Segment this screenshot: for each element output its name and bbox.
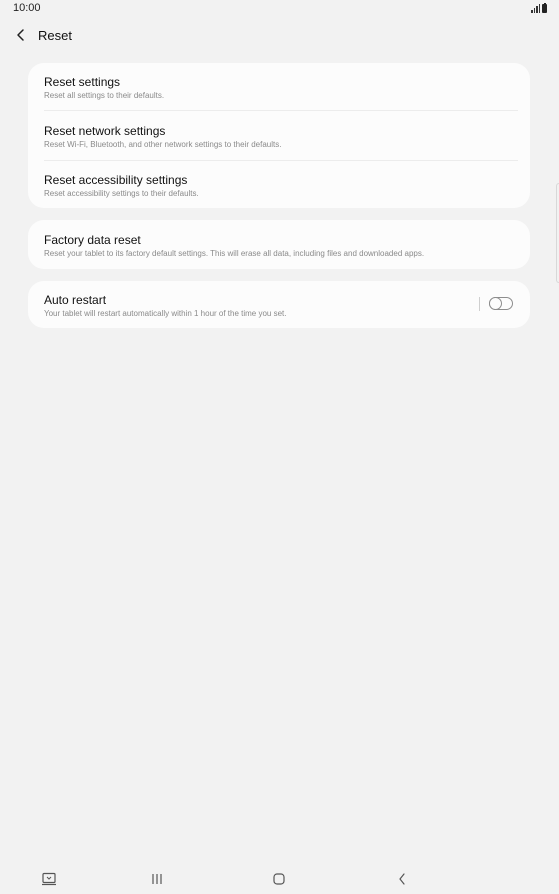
reset-settings-item[interactable]: Reset settings Reset all settings to the… [44, 75, 514, 101]
status-time: 10:00 [13, 2, 41, 14]
item-subtitle: Reset your tablet to its factory default… [44, 249, 425, 258]
item-subtitle: Reset accessibility settings to their de… [44, 189, 199, 198]
status-bar: 10:00 [0, 0, 559, 16]
item-title: Factory data reset [44, 233, 141, 247]
chevron-left-icon [17, 29, 24, 41]
status-icons [531, 2, 547, 13]
header: Reset [0, 20, 559, 52]
item-subtitle: Your tablet will restart automatically w… [44, 309, 287, 318]
battery-icon [542, 2, 547, 13]
factory-reset-card: Factory data reset Reset your tablet to … [28, 220, 530, 269]
toggle-knob [489, 297, 502, 310]
divider [44, 160, 518, 161]
item-subtitle: Reset Wi-Fi, Bluetooth, and other networ… [44, 140, 282, 149]
back-button[interactable] [10, 24, 32, 46]
factory-data-reset-item[interactable]: Factory data reset Reset your tablet to … [44, 233, 514, 259]
auto-restart-toggle[interactable] [489, 297, 513, 310]
item-title: Reset accessibility settings [44, 173, 188, 187]
reset-network-settings-item[interactable]: Reset network settings Reset Wi-Fi, Blue… [44, 124, 514, 150]
settings-card-reset: Reset settings Reset all settings to the… [28, 63, 530, 208]
divider [44, 110, 518, 111]
navigation-bar [0, 864, 559, 894]
item-title: Reset network settings [44, 124, 166, 138]
nav-back-button[interactable] [390, 867, 414, 891]
recent-apps-icon [152, 874, 162, 884]
keyboard-switch-icon [42, 872, 56, 886]
signal-icon [531, 4, 540, 13]
back-icon [399, 873, 405, 885]
recent-apps-button[interactable] [145, 867, 169, 891]
item-title: Auto restart [44, 293, 107, 307]
auto-restart-item[interactable]: Auto restart Your tablet will restart au… [44, 293, 460, 319]
reset-accessibility-settings-item[interactable]: Reset accessibility settings Reset acces… [44, 173, 514, 199]
toggle-separator [479, 297, 480, 311]
keyboard-switch-button[interactable] [37, 867, 61, 891]
page-title: Reset [38, 28, 72, 43]
item-subtitle: Reset all settings to their defaults. [44, 91, 165, 100]
auto-restart-card: Auto restart Your tablet will restart au… [28, 281, 530, 328]
item-title: Reset settings [44, 75, 121, 89]
home-button[interactable] [267, 867, 291, 891]
home-icon [273, 873, 285, 885]
